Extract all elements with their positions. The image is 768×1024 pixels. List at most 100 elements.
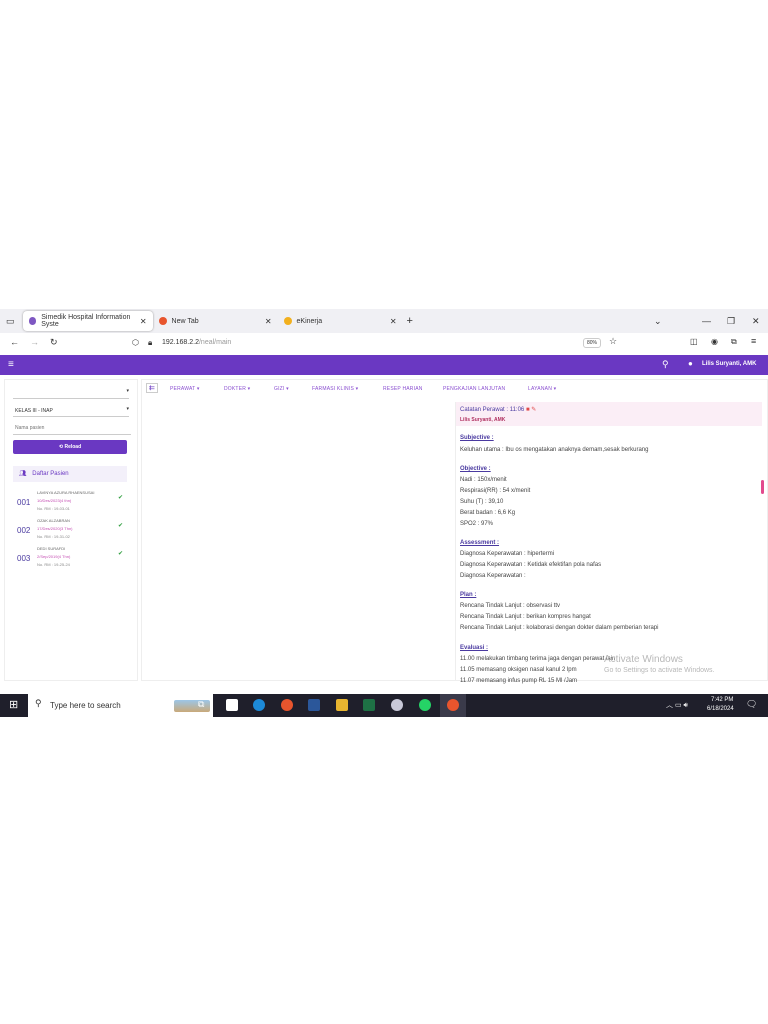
assessment-item: Diagnosa Keperawatan : Ketidak efektifan…: [460, 562, 602, 568]
file-explorer-icon[interactable]: [336, 699, 348, 711]
back-icon[interactable]: ←: [10, 337, 19, 347]
kelas-select[interactable]: KELAS III - INAP ▾: [13, 404, 129, 417]
close-tab-icon[interactable]: ✕: [265, 317, 272, 326]
patient-list-header: 👥︎ Daftar Pasien: [13, 466, 127, 482]
bookmark-star-icon[interactable]: ☆: [609, 336, 617, 347]
file-icon[interactable]: [226, 699, 238, 711]
assessment-item: Diagnosa Keperawatan :: [460, 573, 526, 579]
menu-farmasi-klinis[interactable]: FARMASI KLINIS ▾: [312, 386, 358, 392]
firefox-icon[interactable]: [281, 699, 293, 711]
note-author: Lilis Suryanti, AMK: [460, 417, 506, 423]
edit-icon[interactable]: ✎: [531, 407, 536, 413]
close-window-icon[interactable]: ✕: [752, 309, 760, 333]
menu-label: RESEP HARIAN: [383, 386, 423, 392]
whatsapp-icon[interactable]: [419, 699, 431, 711]
tab-list-icon[interactable]: ▭: [6, 316, 15, 327]
subjective-heading: Subjective :: [460, 435, 494, 441]
menu-label: GIZI: [274, 386, 285, 392]
watermark-subtitle: Go to Settings to activate Windows.: [604, 667, 715, 674]
note-title: Catatan Perawat : 11:06 ■ ✎: [460, 406, 536, 413]
menu-label: PENGKAJIAN LANJUTAN: [443, 386, 506, 392]
objective-item: Nadi : 150x/menit: [460, 477, 507, 483]
clock-date[interactable]: 6/18/2024: [707, 706, 734, 712]
objective-item: SPO2 : 97%: [460, 521, 494, 527]
menu-dokter[interactable]: DOKTER ▾: [224, 386, 250, 392]
tab-ekinerja[interactable]: eKinerja ✕: [278, 311, 403, 331]
menu-perawat[interactable]: PERAWAT ▾: [170, 386, 200, 392]
hamburger-menu-icon[interactable]: ≡: [8, 359, 14, 370]
menu-label: FARMASI KLINIS: [312, 386, 354, 392]
zoom-level-badge[interactable]: 80%: [583, 338, 602, 348]
patient-rm: No. RM : 19-25-24: [37, 562, 70, 567]
menu-icon[interactable]: ≡: [751, 336, 756, 346]
plan-item: Rencana Tindak Lanjut : berikan kompres …: [460, 614, 591, 620]
ruangan-select[interactable]: ▾: [13, 386, 129, 399]
collapse-sidebar-icon[interactable]: ⇇: [146, 383, 158, 393]
patient-item[interactable]: 003 DEDI SURAFDI 2/Sep/2019(4 Thn) No. R…: [13, 546, 127, 572]
close-tab-icon[interactable]: ✕: [390, 317, 397, 326]
patient-name: DEDI SURAFDI: [37, 546, 66, 551]
firefox-active-icon[interactable]: [447, 699, 459, 711]
menu-layanan[interactable]: LAYANAN ▾: [528, 386, 556, 392]
lock-icon[interactable]: 🔒︎: [148, 338, 152, 348]
tab-new-tab[interactable]: New Tab ✕: [153, 311, 278, 331]
tab-simedik[interactable]: Simedik Hospital Information Syste ✕: [22, 311, 153, 331]
plan-heading: Plan :: [460, 592, 477, 598]
patient-search-input[interactable]: [13, 422, 131, 435]
patient-rm: No. RM : 19-31-02: [37, 534, 70, 539]
tab-list-chevron-icon[interactable]: ⌄: [654, 309, 662, 333]
ekinerja-favicon-icon: [283, 317, 292, 325]
system-tray-icons[interactable]: ︿ ▭ 🔊︎: [666, 700, 688, 710]
patient-item[interactable]: 002 OZAK ALZABRAN 17/Des/2020(3 Thn) No.…: [13, 518, 127, 544]
task-view-icon[interactable]: ⧉: [198, 699, 204, 710]
assessment-heading: Assessment :: [460, 540, 500, 546]
kelas-value: KELAS III - INAP: [15, 408, 53, 414]
excel-icon[interactable]: [363, 699, 375, 711]
reload-button[interactable]: ⟲ Reload: [13, 440, 127, 454]
maximize-icon[interactable]: ❐: [727, 309, 735, 333]
check-icon: ✔: [117, 551, 123, 557]
taskbar-search-box[interactable]: ⚲ Type here to search: [28, 694, 213, 717]
plan-item: Rencana Tindak Lanjut : kolaborasi denga…: [460, 625, 659, 631]
reload-icon[interactable]: ↻: [50, 337, 58, 348]
people-icon: 👥︎: [19, 471, 27, 477]
user-avatar-icon[interactable]: ●: [688, 359, 693, 368]
pocket-icon[interactable]: ◫: [690, 337, 698, 346]
new-tab-plus-icon[interactable]: +: [407, 315, 413, 327]
clock-time[interactable]: 7:42 PM: [711, 697, 733, 703]
reload-label: Reload: [64, 444, 82, 450]
url-field[interactable]: 192.168.2.2/neal/main: [162, 339, 231, 346]
menu-gizi[interactable]: GIZI ▾: [274, 386, 289, 392]
forward-icon[interactable]: →: [30, 337, 39, 347]
shield-icon[interactable]: ⬡: [132, 338, 139, 347]
extensions-icon[interactable]: ⧉: [731, 337, 737, 347]
close-tab-icon[interactable]: ✕: [140, 317, 147, 326]
patient-item[interactable]: 001 LAVINYA AZURA RHAENSUSAI 10/Des/2023…: [13, 490, 127, 516]
edge-icon[interactable]: [253, 699, 265, 711]
subjective-text: Keluhan utama : Ibu os mengatakan anakny…: [460, 447, 649, 453]
activate-windows-watermark: Activate Windows Go to Settings to activ…: [604, 654, 715, 674]
search-icon[interactable]: ⚲: [662, 359, 669, 370]
menu-label: LAYANAN: [528, 386, 553, 392]
sidebar: ▾ KELAS III - INAP ▾ ⟲ Reload 👥︎ Daftar …: [4, 379, 138, 681]
menu-label: DOKTER: [224, 386, 247, 392]
scrollbar-thumb[interactable]: [761, 480, 764, 494]
user-name[interactable]: Lilis Suryanti, AMK: [702, 361, 756, 367]
delete-icon[interactable]: ■: [526, 407, 530, 413]
search-highlight-image-icon: [174, 700, 210, 712]
firefox-favicon-icon: [158, 317, 167, 325]
menu-pengkajian-lanjutan[interactable]: PENGKAJIAN LANJUTAN: [443, 386, 505, 392]
evaluasi-item: 11.07 memasang infus pump RL 15 Ml /Jam: [460, 678, 578, 684]
windows-start-icon[interactable]: ⊞: [9, 698, 18, 711]
tab-title: eKinerja: [296, 317, 323, 325]
patient-name: OZAK ALZABRAN: [37, 518, 70, 523]
patient-list-title: Daftar Pasien: [32, 471, 69, 477]
app-icon[interactable]: [391, 699, 403, 711]
account-icon[interactable]: ◉: [711, 337, 718, 346]
patient-name: LAVINYA AZURA RHAENSUSAI: [37, 490, 95, 495]
minimize-icon[interactable]: —: [702, 309, 711, 333]
menu-resep-harian[interactable]: RESEP HARIAN: [383, 386, 423, 392]
notification-icon[interactable]: 🗨︎: [746, 699, 757, 710]
word-icon[interactable]: [308, 699, 320, 711]
soap-note-card: Catatan Perawat : 11:06 ■ ✎ Lilis Suryan…: [455, 402, 762, 684]
